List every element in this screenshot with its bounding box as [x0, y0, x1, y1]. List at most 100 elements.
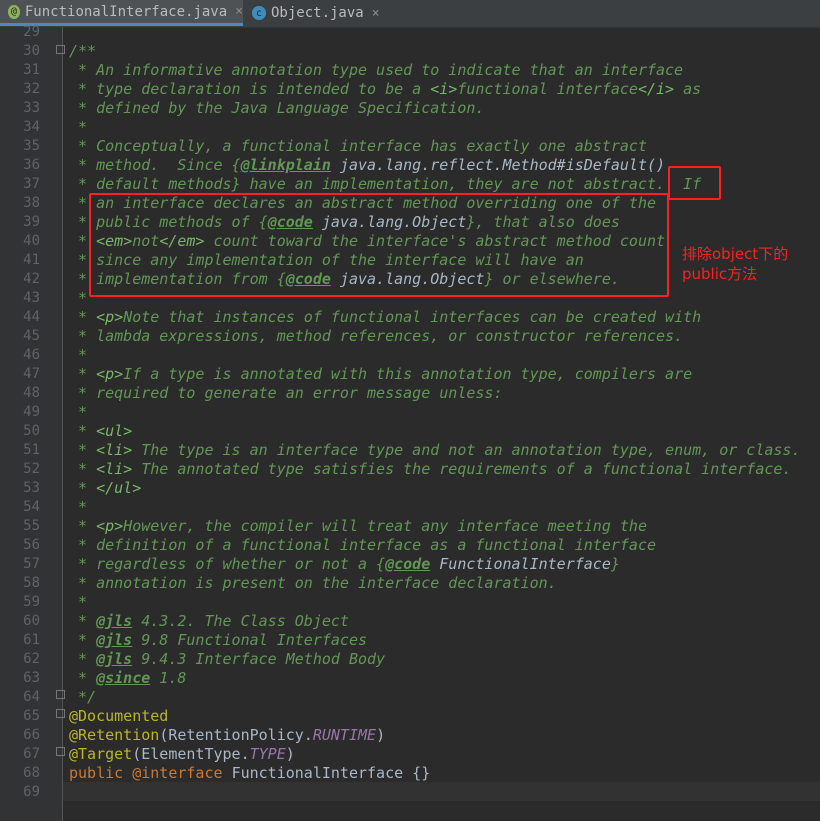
code-token: * — [69, 346, 88, 364]
line-number: 64 — [23, 689, 40, 705]
code-token: <li> — [96, 441, 133, 459]
close-icon[interactable]: × — [235, 4, 243, 19]
code-token: */ — [69, 688, 97, 706]
code-token: @Documented — [69, 707, 169, 725]
line-number: 68 — [23, 765, 40, 781]
code-token: as — [674, 80, 702, 98]
code-line: * <li> The type is an interface type and… — [69, 441, 801, 460]
code-token: FunctionalInterface — [430, 555, 611, 573]
code-token: functional interface — [457, 80, 638, 98]
code-line: * — [69, 289, 87, 308]
code-token: TYPE — [249, 745, 286, 763]
line-number: 39 — [23, 214, 40, 230]
line-number: 37 — [23, 176, 40, 192]
code-token: ) — [285, 745, 295, 763]
code-token: * method. Since { — [69, 156, 241, 174]
code-token: * type declaration is intended to be a — [69, 80, 431, 98]
code-token: @jls — [96, 612, 133, 630]
code-token: * — [69, 422, 97, 440]
code-token: <p> — [96, 517, 124, 535]
line-number: 59 — [23, 594, 40, 610]
code-token: The type is an interface type and not an… — [132, 441, 801, 459]
code-token: @code — [385, 555, 431, 573]
line-number: 53 — [23, 480, 40, 496]
code-token: 9.8 Functional Interfaces — [132, 631, 368, 649]
editor-tab-bar: @ FunctionalInterface.java × c Object.ja… — [0, 0, 820, 28]
code-token: 9.4.3 Interface Method Body — [132, 650, 386, 668]
code-token: * — [69, 403, 88, 421]
code-token: @since — [96, 669, 151, 687]
line-number: 41 — [23, 252, 40, 268]
line-number: 54 — [23, 499, 40, 515]
code-token: <ul> — [96, 422, 133, 440]
code-line: * <p>However, the compiler will treat an… — [69, 517, 647, 536]
code-token: * — [69, 498, 88, 516]
line-number: 36 — [23, 157, 40, 173]
fold-icon[interactable] — [56, 690, 65, 699]
line-number: 29 — [23, 24, 40, 40]
code-token: * — [69, 517, 97, 535]
close-icon[interactable]: × — [372, 6, 380, 21]
code-token: * lambda expressions, method references,… — [69, 327, 684, 345]
code-token: The annotated type satisfies the require… — [132, 460, 792, 478]
code-line: * <li> The annotated type satisfies the … — [69, 460, 791, 479]
annotation-type-icon: @ — [8, 4, 20, 19]
code-line: * </ul> — [69, 479, 141, 498]
line-number: 34 — [23, 119, 40, 135]
code-token: * definition of a functional interface a… — [69, 536, 656, 554]
code-line: @Target(ElementType.TYPE) — [69, 745, 295, 764]
code-line: * An informative annotation type used to… — [69, 61, 683, 80]
code-line: @Retention(RetentionPolicy.RUNTIME) — [69, 726, 385, 745]
code-line: * @jls 9.4.3 Interface Method Body — [69, 650, 385, 669]
code-token: <i> — [430, 80, 458, 98]
line-number: 31 — [23, 62, 40, 78]
code-token: * — [69, 118, 88, 136]
line-number: 67 — [23, 746, 40, 762]
code-line: * — [69, 593, 87, 612]
code-token: public — [69, 764, 133, 782]
code-token: </ul> — [96, 479, 142, 497]
code-line: * <p>If a type is annotated with this an… — [69, 365, 692, 384]
fold-icon[interactable] — [56, 709, 65, 718]
code-line: */ — [69, 688, 96, 707]
code-line: * @jls 9.8 Functional Interfaces — [69, 631, 367, 650]
code-token: * — [69, 669, 97, 687]
code-token: * annotation is present on the interface… — [69, 574, 557, 592]
line-number: 32 — [23, 81, 40, 97]
line-number: 30 — [23, 43, 40, 59]
code-line: * — [69, 118, 87, 137]
line-number: 57 — [23, 556, 40, 572]
code-token: ) — [376, 726, 386, 744]
code-token: * default methods} have an implementatio… — [69, 175, 702, 193]
code-token: @jls — [96, 650, 133, 668]
code-line: /** — [69, 42, 96, 61]
highlight-box-paragraph — [89, 193, 669, 297]
line-number-gutter: 29 30 31 32 33 34 35 36 37 38 39 40 41 42 43 44 45 46 47 48… — [0, 24, 63, 821]
code-token: * Conceptually, a functional interface h… — [69, 137, 647, 155]
line-number: 45 — [23, 328, 40, 344]
tab-object[interactable]: c Object.java × — [244, 0, 380, 26]
code-token: * — [69, 289, 88, 307]
code-token: If a type is annotated with this annotat… — [123, 365, 693, 383]
code-token: * — [69, 365, 97, 383]
code-token: However, the compiler will treat any int… — [123, 517, 647, 535]
code-token: * An informative annotation type used to… — [69, 61, 684, 79]
fold-icon[interactable] — [56, 747, 65, 756]
code-token: @linkplain — [240, 156, 331, 174]
line-number: 40 — [23, 233, 40, 249]
highlight-box-if — [668, 166, 721, 200]
code-line: * <ul> — [69, 422, 132, 441]
code-token: @Retention — [69, 726, 160, 744]
code-token: (ElementType. — [132, 745, 250, 763]
tab-label: FunctionalInterface.java — [24, 3, 228, 20]
line-number: 33 — [23, 100, 40, 116]
code-token: /** — [69, 42, 97, 60]
fold-icon[interactable] — [56, 45, 65, 54]
code-token: @jls — [96, 631, 133, 649]
code-line: * required to generate an error message … — [69, 384, 502, 403]
code-line: * annotation is present on the interface… — [69, 574, 557, 593]
code-line: * — [69, 346, 87, 365]
code-token: * — [69, 593, 88, 611]
line-number: 63 — [23, 670, 40, 686]
line-number: 44 — [23, 309, 40, 325]
